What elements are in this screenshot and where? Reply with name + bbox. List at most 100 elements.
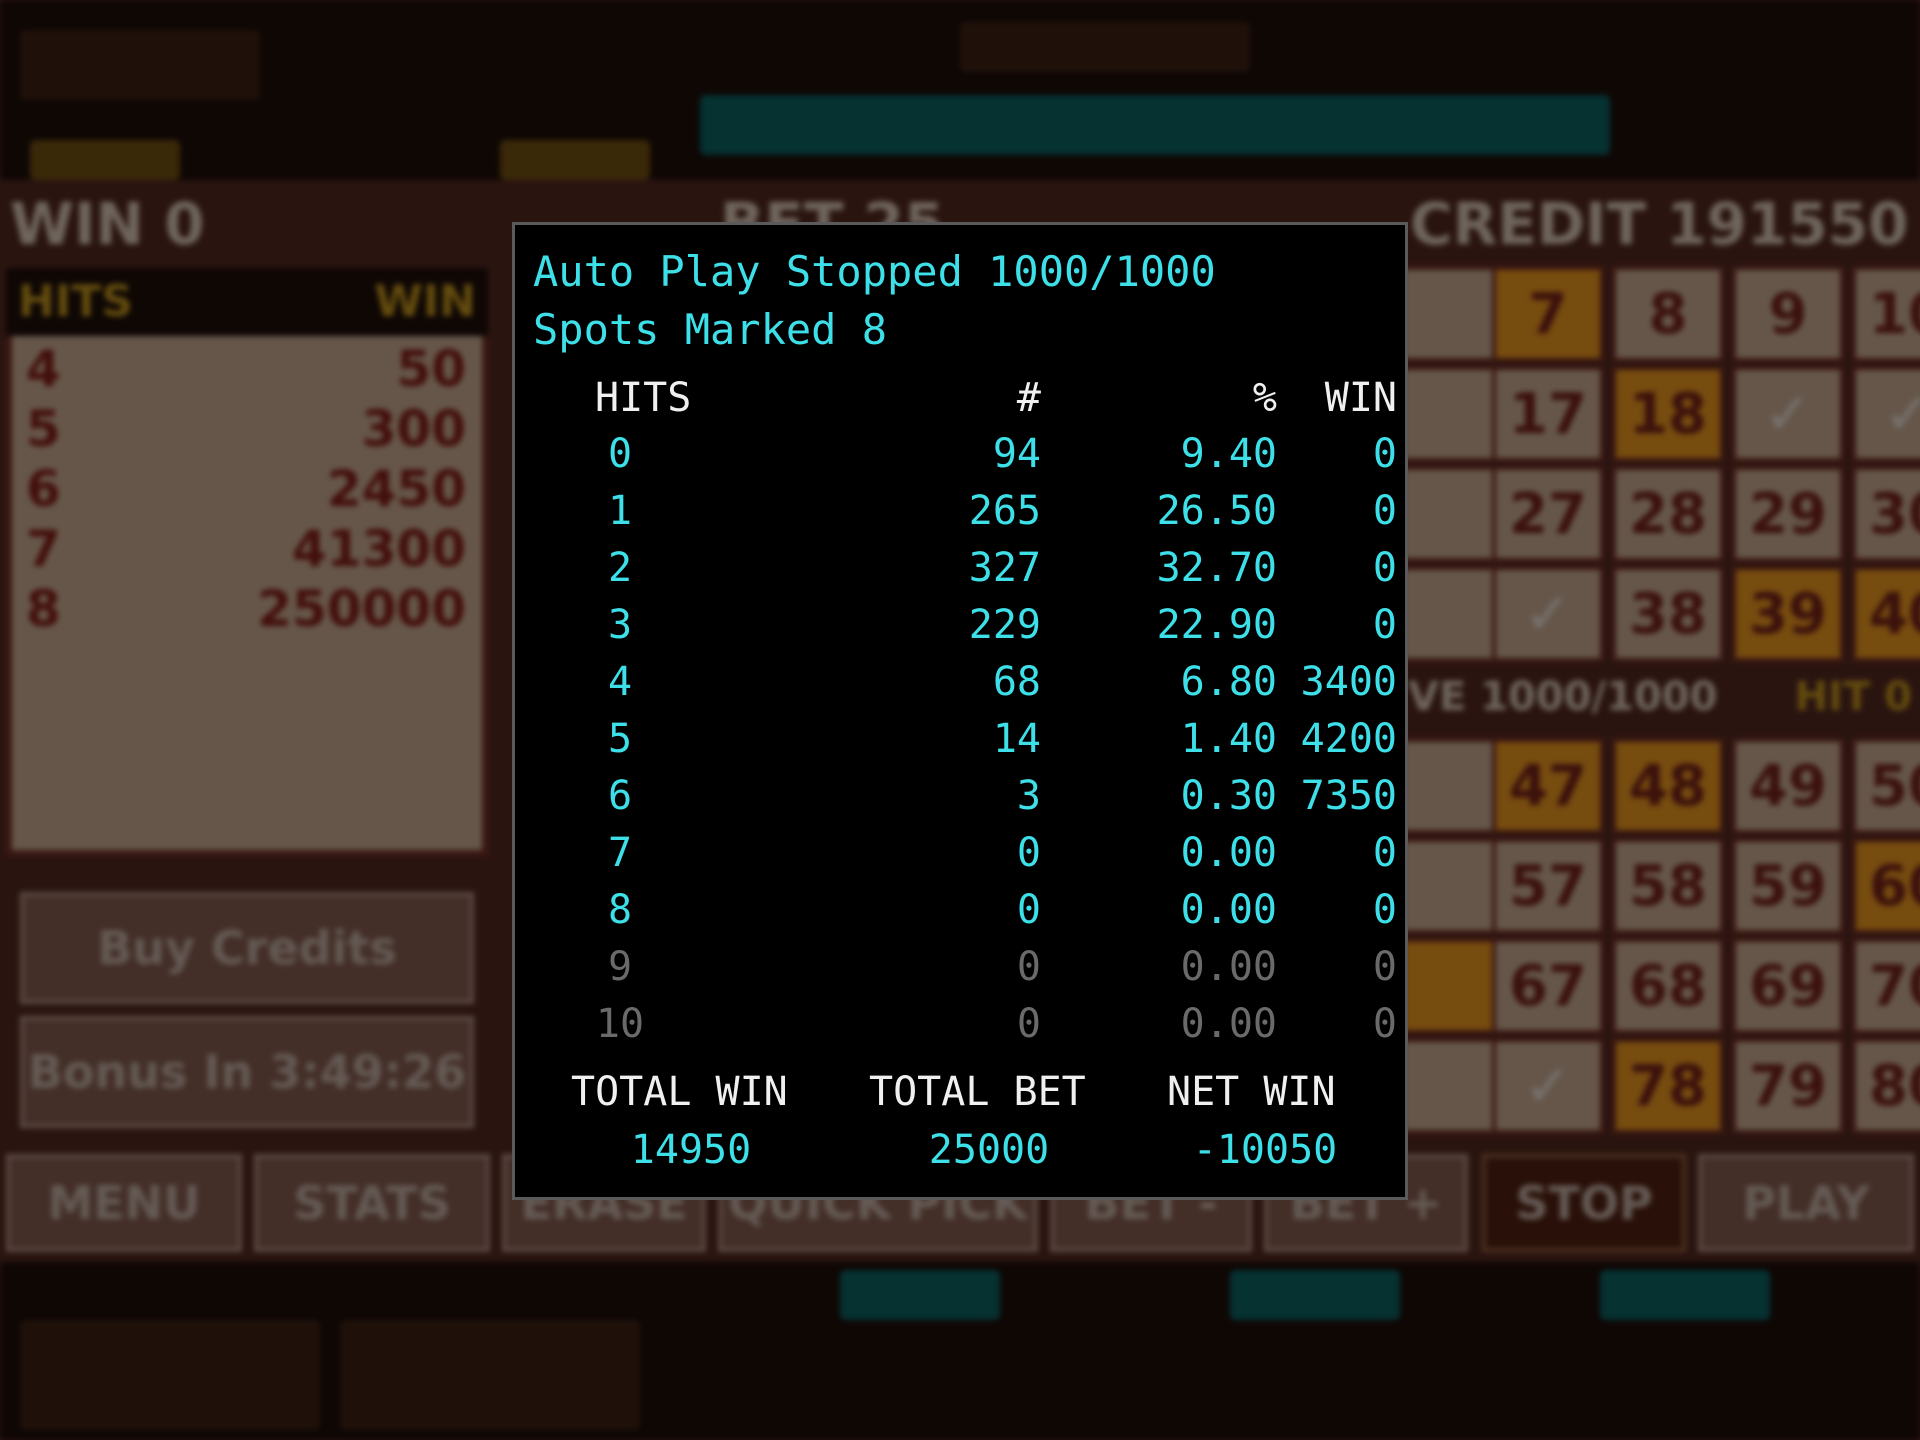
paytable-row: 7 41300 — [26, 520, 466, 578]
board-cell[interactable]: 28 — [1612, 466, 1724, 562]
stat-hits: 8 — [607, 887, 633, 933]
stat-hits: 9 — [607, 944, 633, 990]
stat-count: 14 — [992, 716, 1041, 762]
stat-count: 68 — [992, 659, 1041, 705]
board-cell[interactable]: 48 — [1612, 738, 1724, 834]
stat-win: 4200 — [1300, 716, 1397, 762]
board-cell[interactable]: 30 — [1852, 466, 1920, 562]
board-cell-checked[interactable]: ✓ — [1492, 566, 1604, 662]
board-cell[interactable]: 7 — [1492, 266, 1604, 362]
board-cell[interactable]: 80 — [1852, 1038, 1920, 1134]
stat-win: 0 — [1372, 944, 1397, 990]
stat-pct: 9.40 — [1180, 431, 1277, 477]
stats-button[interactable]: STATS — [254, 1154, 490, 1252]
bonus-button[interactable]: Bonus In 3:49:26 — [20, 1016, 474, 1128]
ghost-hits-tab — [30, 140, 180, 180]
stat-win: 0 — [1372, 545, 1397, 591]
board-cell[interactable]: 18 — [1612, 366, 1724, 462]
paytable-header: HITS WIN — [6, 268, 488, 336]
play-button[interactable]: PLAY — [1698, 1154, 1914, 1252]
board-cell[interactable]: 59 — [1732, 838, 1844, 934]
board-cell[interactable]: 17 — [1492, 366, 1604, 462]
paytable-rows: 4 50 5 300 6 2450 7 41300 8 250000 — [6, 340, 488, 640]
stat-pct: 0.00 — [1180, 830, 1277, 876]
stat-hits: 3 — [607, 602, 633, 648]
stat-pct: 0.30 — [1180, 773, 1277, 819]
stat-win: 0 — [1372, 431, 1397, 477]
board-cell[interactable]: 49 — [1732, 738, 1844, 834]
stat-count: 327 — [968, 545, 1041, 591]
board-cell[interactable]: 29 — [1732, 466, 1844, 562]
board-status-left: VE 1000/1000 — [1408, 674, 1718, 720]
stat-pct: 0.00 — [1180, 1001, 1277, 1047]
net-win-label: NET WIN — [1167, 1069, 1336, 1115]
credit-label: CREDIT 191550 — [1410, 190, 1909, 258]
win-label: WIN 0 — [10, 190, 205, 258]
board-cell-checked[interactable]: ✓ — [1492, 1038, 1604, 1134]
paytable-row: 6 2450 — [26, 460, 466, 518]
stat-count: 3 — [1016, 773, 1041, 819]
stat-hits: 5 — [607, 716, 633, 762]
stat-win: 0 — [1372, 602, 1397, 648]
board-cell[interactable]: 10 — [1852, 266, 1920, 362]
stat-count: 265 — [968, 488, 1041, 534]
stat-win: 0 — [1372, 830, 1397, 876]
stat-hits: 0 — [607, 431, 633, 477]
stat-count: 0 — [1016, 1001, 1041, 1047]
ghost-status-line — [700, 95, 1610, 155]
board-cell-checked[interactable]: ✓ — [1732, 366, 1844, 462]
stat-hits: 4 — [607, 659, 633, 705]
stat-pct: 22.90 — [1156, 602, 1277, 648]
board-cell[interactable]: 27 — [1492, 466, 1604, 562]
menu-button[interactable]: MENU — [6, 1154, 242, 1252]
stat-count: 229 — [968, 602, 1041, 648]
ghost-win-tab — [500, 140, 650, 180]
ghost-bottom-btn-1 — [20, 1320, 320, 1430]
board-cell[interactable]: 79 — [1732, 1038, 1844, 1134]
col-header-win: WIN — [1324, 375, 1397, 421]
board-cell[interactable]: 50 — [1852, 738, 1920, 834]
stat-pct: 6.80 — [1180, 659, 1277, 705]
board-cell[interactable]: 8 — [1612, 266, 1724, 362]
stat-win: 0 — [1372, 1001, 1397, 1047]
board-cell[interactable]: 58 — [1612, 838, 1724, 934]
board-cell[interactable]: 78 — [1612, 1038, 1724, 1134]
stat-win: 3400 — [1300, 659, 1397, 705]
stop-button[interactable]: STOP — [1482, 1154, 1686, 1252]
board-cell-checked[interactable]: ✓ — [1852, 366, 1920, 462]
stat-hits: 10 — [595, 1001, 645, 1047]
ghost-bottom-2 — [1230, 1270, 1400, 1320]
autoplay-results-dialog: Auto Play Stopped 1000/1000 Spots Marked… — [512, 222, 1408, 1200]
board-cell[interactable]: 68 — [1612, 938, 1724, 1034]
stat-hits: 2 — [607, 545, 633, 591]
board-cell[interactable]: 67 — [1492, 938, 1604, 1034]
total-win-label: TOTAL WIN — [571, 1069, 788, 1115]
stat-count: 0 — [1016, 944, 1041, 990]
buy-credits-button[interactable]: Buy Credits — [20, 892, 474, 1004]
ghost-header-left — [20, 30, 260, 100]
stat-hits: 6 — [607, 773, 633, 819]
stat-hits: 7 — [607, 830, 633, 876]
total-win-value: 14950 — [630, 1127, 752, 1173]
paytable-row: 8 250000 — [26, 580, 466, 638]
stat-win: 7350 — [1300, 773, 1397, 819]
stat-win: 0 — [1372, 887, 1397, 933]
board-cell[interactable]: 39 — [1732, 566, 1844, 662]
board-cell[interactable]: 70 — [1852, 938, 1920, 1034]
stat-hits: 1 — [607, 488, 633, 534]
board-cell[interactable]: 69 — [1732, 938, 1844, 1034]
board-cell[interactable]: 9 — [1732, 266, 1844, 362]
board-cell[interactable]: 57 — [1492, 838, 1604, 934]
stat-count: 0 — [1016, 887, 1041, 933]
keno-board: 7 8 9 10 17 18 ✓ ✓ 27 28 29 30 ✓ 38 39 4… — [1400, 266, 1920, 1146]
stat-pct: 1.40 — [1180, 716, 1277, 762]
total-bet-label: TOTAL BET — [869, 1069, 1086, 1115]
paytable-row: 5 300 — [26, 400, 466, 458]
paytable-col-win: WIN — [374, 276, 476, 327]
board-cell[interactable]: 47 — [1492, 738, 1604, 834]
board-cell[interactable]: 38 — [1612, 566, 1724, 662]
stat-pct: 32.70 — [1156, 545, 1277, 591]
board-cell[interactable]: 40 — [1852, 566, 1920, 662]
board-cell[interactable]: 60 — [1852, 838, 1920, 934]
stat-pct: 0.00 — [1180, 944, 1277, 990]
